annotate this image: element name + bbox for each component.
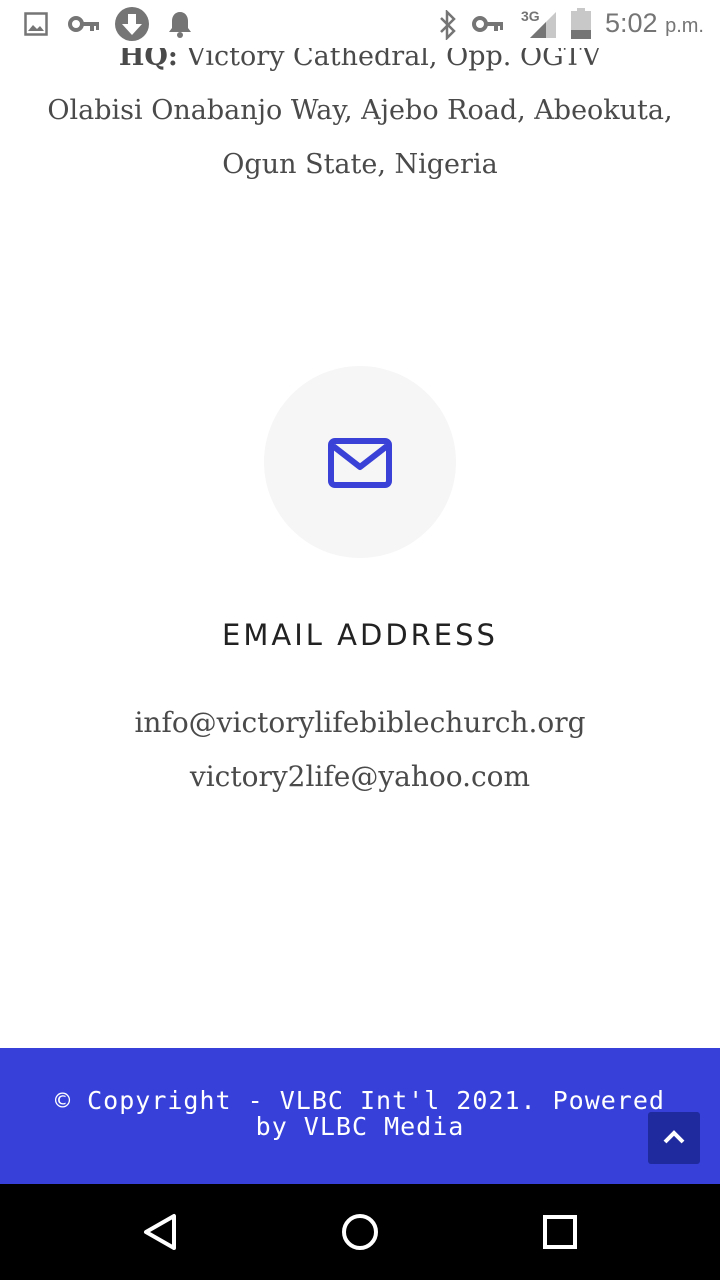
battery-icon bbox=[570, 8, 592, 44]
back-to-top-button[interactable] bbox=[648, 1112, 700, 1164]
chevron-up-icon bbox=[663, 1130, 685, 1144]
status-time-ampm: p.m. bbox=[665, 15, 704, 37]
navigation-bar bbox=[0, 1184, 720, 1280]
key-icon bbox=[472, 14, 504, 38]
back-triangle-icon[interactable] bbox=[140, 1212, 180, 1252]
image-icon bbox=[24, 12, 48, 40]
bluetooth-icon bbox=[438, 8, 458, 44]
footer-copyright: © Copyright - VLBC Int'l 2021. Powered b… bbox=[55, 1086, 665, 1141]
signal-icon bbox=[524, 10, 558, 44]
key-icon bbox=[68, 14, 100, 38]
email-link[interactable]: info@victorylifebiblechurch.org bbox=[0, 706, 720, 739]
status-time: 5:02 p.m. bbox=[605, 8, 704, 39]
address-line-3: Ogun State, Nigeria bbox=[222, 149, 498, 180]
status-time-value: 5:02 bbox=[605, 8, 658, 38]
recents-square-icon[interactable] bbox=[540, 1212, 580, 1252]
address-line-2: Olabisi Onabanjo Way, Ajebo Road, Abeoku… bbox=[47, 95, 673, 126]
home-circle-icon[interactable] bbox=[340, 1212, 380, 1252]
download-icon bbox=[114, 6, 150, 46]
email-link[interactable]: victory2life@yahoo.com bbox=[0, 760, 720, 793]
envelope-icon bbox=[328, 438, 392, 488]
address-block: HQ: Victory Cathedral, Opp. OGTV Olabisi… bbox=[0, 30, 720, 192]
footer: © Copyright - VLBC Int'l 2021. Powered b… bbox=[0, 1048, 720, 1184]
status-bar: 3G 5:02 p.m. bbox=[0, 0, 720, 48]
email-heading: EMAIL ADDRESS bbox=[222, 618, 498, 652]
email-icon-circle bbox=[264, 366, 456, 558]
bell-icon bbox=[168, 10, 192, 42]
